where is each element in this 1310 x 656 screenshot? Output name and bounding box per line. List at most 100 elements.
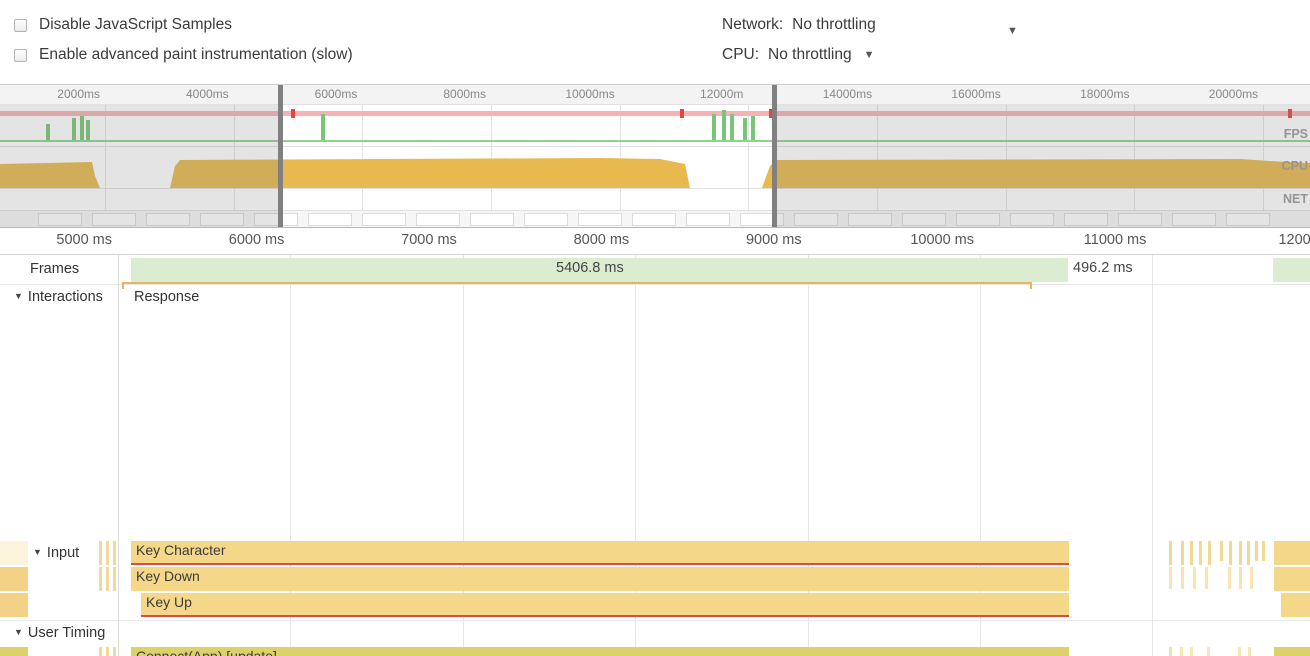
- overview-dim-right: [777, 105, 1310, 227]
- timeline-tick-label: 9000 ms: [745, 232, 802, 248]
- network-throttling-value[interactable]: No throttling: [792, 16, 876, 34]
- frames-track-label: Frames: [30, 261, 80, 277]
- triangle-down-icon[interactable]: ▼: [14, 627, 23, 637]
- sidebar-item-interactions[interactable]: ▼ Interactions: [14, 289, 103, 305]
- event-tick[interactable]: [1250, 567, 1253, 589]
- overview-tick-label: 12000m: [700, 87, 744, 101]
- overview-ruler: 2000ms 4000ms 6000ms 8000ms 10000ms 12000m 140…: [0, 85, 1310, 105]
- interactions-group-header[interactable]: ▼ Interactions Response: [0, 282, 1310, 311]
- event-tick[interactable]: [1169, 567, 1172, 589]
- fps-bar: [722, 110, 726, 140]
- event-tick[interactable]: [1193, 567, 1196, 589]
- filmstrip-thumbnail[interactable]: [308, 213, 352, 226]
- fps-bar: [712, 114, 716, 140]
- disable-js-samples-label: Disable JavaScript Samples: [39, 16, 232, 33]
- filmstrip-thumbnail[interactable]: [578, 213, 622, 226]
- event-tick[interactable]: [1181, 567, 1184, 589]
- timeline-ruler: 5000 ms 6000 ms 7000 ms 8000 ms 9000 ms 10000…: [0, 228, 1310, 255]
- event-tick[interactable]: [1169, 647, 1172, 656]
- event-tick[interactable]: [1239, 541, 1242, 565]
- advanced-paint-row[interactable]: Enable advanced paint instrumentation (s…: [14, 40, 353, 70]
- timeline-flame-chart[interactable]: 5000 ms 6000 ms 7000 ms 8000 ms 9000 ms 10000…: [0, 228, 1310, 656]
- user-timing-bar-label: Connect(App) [update]: [136, 648, 277, 656]
- overview-selection-handle-left[interactable]: [278, 85, 283, 227]
- input-row-key-up[interactable]: Key Up: [0, 593, 1310, 619]
- event-tick[interactable]: [1180, 647, 1183, 656]
- filmstrip-thumbnail[interactable]: [524, 213, 568, 226]
- chevron-down-icon[interactable]: ▼: [864, 49, 875, 61]
- network-throttling-row[interactable]: Network: No throttling ▼: [722, 10, 1018, 40]
- fps-bar: [743, 118, 747, 140]
- triangle-down-icon[interactable]: ▼: [33, 547, 42, 557]
- disable-js-samples-checkbox[interactable]: [14, 18, 27, 32]
- event-tick[interactable]: [1239, 567, 1242, 589]
- event-tick[interactable]: [1248, 647, 1251, 656]
- sidebar-item-user-timing[interactable]: ▼ User Timing: [14, 625, 105, 641]
- overview-tick-label: 14000ms: [822, 87, 873, 101]
- filmstrip-thumbnail[interactable]: [362, 213, 406, 226]
- settings-bar: Disable JavaScript Samples Enable advanc…: [0, 0, 1310, 85]
- input-row-key-character[interactable]: ▼ Input Key Character: [0, 541, 1310, 567]
- event-tick[interactable]: [1247, 541, 1250, 565]
- event-tick[interactable]: [1190, 541, 1193, 565]
- filmstrip-thumbnail[interactable]: [686, 213, 730, 226]
- event-bar-key-down[interactable]: Key Down: [131, 567, 1069, 591]
- event-tick[interactable]: [113, 647, 116, 656]
- event-tick[interactable]: [1190, 647, 1193, 656]
- user-timing-bar[interactable]: Connect(App) [update]: [131, 647, 1069, 656]
- event-tick[interactable]: [1262, 541, 1265, 561]
- overview-selection-handle-right[interactable]: [772, 85, 777, 227]
- user-timing-edge-block: [0, 647, 28, 656]
- timeline-tick-label: 7000 ms: [401, 232, 457, 248]
- track-sidebar-divider: [118, 255, 119, 656]
- chevron-down-icon[interactable]: ▼: [1007, 26, 1018, 37]
- filmstrip-thumbnail[interactable]: [632, 213, 676, 226]
- event-tick[interactable]: [1181, 541, 1184, 565]
- triangle-down-icon[interactable]: ▼: [14, 291, 23, 301]
- fps-bar: [730, 114, 734, 140]
- response-band-label: Response: [134, 289, 200, 305]
- event-bar-key-up[interactable]: [1281, 593, 1310, 617]
- advanced-paint-checkbox[interactable]: [14, 48, 27, 62]
- event-tick[interactable]: [1220, 541, 1223, 561]
- event-tick[interactable]: [1255, 541, 1258, 561]
- user-timing-bar[interactable]: [1274, 647, 1310, 656]
- event-tick[interactable]: [1207, 647, 1210, 656]
- cpu-label: CPU:: [722, 46, 760, 63]
- input-row-key-down[interactable]: Key Down: [0, 567, 1310, 593]
- user-timing-label: User Timing: [27, 625, 106, 641]
- user-timing-row[interactable]: Connect(App) [update]: [0, 647, 1310, 656]
- event-tick[interactable]: [99, 647, 102, 656]
- timeline-overview[interactable]: 2000ms 4000ms 6000ms 8000ms 10000ms 12000m 140…: [0, 85, 1310, 228]
- input-label: Input: [46, 545, 80, 561]
- cpu-throttling-row[interactable]: CPU: No throttling ▼: [722, 40, 876, 70]
- network-label: Network:: [722, 16, 784, 33]
- event-tick[interactable]: [106, 647, 109, 656]
- event-bar-key-down[interactable]: [1274, 567, 1310, 591]
- timeline-tick-label: 5000 ms: [56, 232, 112, 248]
- frame-bar[interactable]: [1273, 258, 1310, 282]
- event-tick[interactable]: [1205, 567, 1208, 589]
- overview-tick-label: 16000ms: [951, 87, 1001, 101]
- user-timing-group-header[interactable]: ▼ User Timing: [0, 621, 1310, 647]
- filmstrip-thumbnail[interactable]: [416, 213, 460, 226]
- event-tick[interactable]: [1169, 541, 1172, 565]
- event-tick[interactable]: [1199, 541, 1202, 565]
- sidebar-item-input[interactable]: ▼ Input: [33, 545, 79, 561]
- input-edge-block: [0, 541, 28, 565]
- event-tick[interactable]: [1229, 541, 1232, 565]
- event-bar-key-character[interactable]: [1274, 541, 1310, 565]
- fps-bar: [751, 116, 755, 140]
- timeline-tick-label: 10000 ms: [910, 232, 974, 248]
- event-bar-key-up[interactable]: Key Up: [141, 593, 1069, 617]
- overview-tick-label: 4000ms: [185, 87, 229, 101]
- disable-js-samples-row[interactable]: Disable JavaScript Samples: [14, 10, 353, 40]
- devtools-performance-panel: Disable JavaScript Samples Enable advanc…: [0, 0, 1310, 656]
- event-bar-key-character[interactable]: Key Character: [131, 541, 1069, 565]
- frames-track[interactable]: Frames 5406.8 ms 496.2 ms: [0, 256, 1310, 284]
- cpu-throttling-value[interactable]: No throttling: [768, 46, 852, 64]
- event-tick[interactable]: [1208, 541, 1211, 565]
- event-tick[interactable]: [1228, 567, 1231, 589]
- event-tick[interactable]: [1238, 647, 1241, 656]
- filmstrip-thumbnail[interactable]: [470, 213, 514, 226]
